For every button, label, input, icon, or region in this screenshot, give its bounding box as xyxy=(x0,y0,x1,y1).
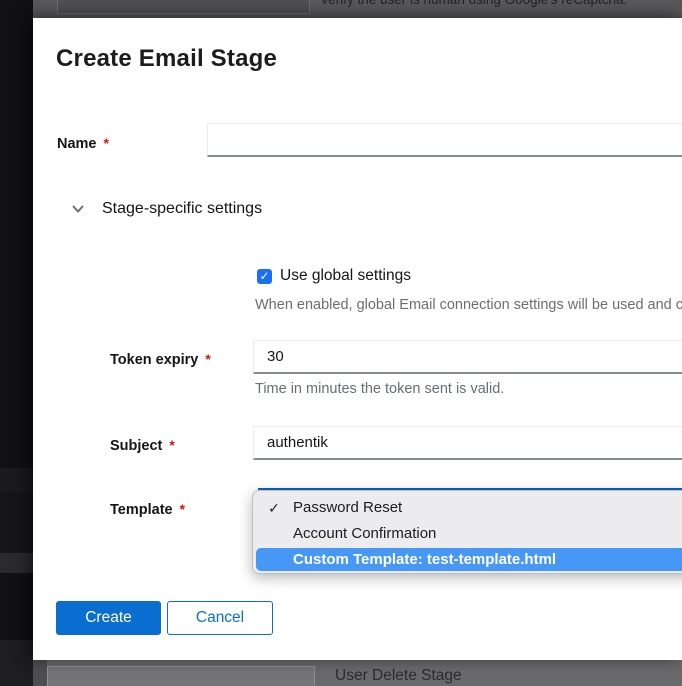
cancel-button[interactable]: Cancel xyxy=(167,601,273,635)
create-button[interactable]: Create xyxy=(56,601,161,635)
sidebar-item-shade xyxy=(0,468,33,492)
section-title: Stage-specific settings xyxy=(102,200,262,218)
dropdown-option-password-reset[interactable]: ✓ Password Reset xyxy=(253,495,682,521)
required-mark: * xyxy=(104,135,109,151)
modal-shadow-edge xyxy=(33,660,47,686)
template-label: Template* xyxy=(110,501,185,518)
sidebar-item-shade xyxy=(0,640,33,686)
modal-title: Create Email Stage xyxy=(56,45,277,73)
sidebar-item-shade xyxy=(0,492,33,553)
screen: Verify the user is human using Google's … xyxy=(0,0,682,686)
dimmed-help-text: Verify the user is human using Google's … xyxy=(320,0,627,7)
section-toggle-stage-specific[interactable]: Stage-specific settings xyxy=(71,200,262,218)
use-global-settings-row: ✓ Use global settings xyxy=(257,267,411,285)
dropdown-option-custom-template[interactable]: Custom Template: test-template.html xyxy=(256,548,682,571)
template-dropdown-menu: ✓ Password Reset Account Confirmation Cu… xyxy=(252,490,682,574)
token-expiry-label: Token expiry* xyxy=(110,351,211,368)
token-expiry-input[interactable] xyxy=(253,340,682,374)
dimmed-row-label: User Delete Stage xyxy=(335,667,462,685)
name-label: Name* xyxy=(57,135,109,152)
chevron-down-icon[interactable] xyxy=(71,202,85,216)
dimmed-page-top: Verify the user is human using Google's … xyxy=(33,0,682,18)
dimmed-table-cell xyxy=(47,666,315,686)
check-icon: ✓ xyxy=(262,495,286,521)
token-expiry-help: Time in minutes the token sent is valid. xyxy=(255,381,682,397)
subject-label: Subject* xyxy=(110,437,175,454)
name-input[interactable] xyxy=(207,123,682,157)
subject-input[interactable] xyxy=(253,426,682,460)
use-global-settings-label: Use global settings xyxy=(280,267,411,285)
dropdown-option-account-confirmation[interactable]: Account Confirmation xyxy=(253,521,682,547)
dimmed-page-bottom: User Delete Stage xyxy=(33,660,682,686)
use-global-settings-help: When enabled, global Email connection se… xyxy=(255,297,682,313)
required-mark: * xyxy=(169,437,174,453)
sidebar-item-shade xyxy=(0,553,33,573)
required-mark: * xyxy=(180,501,185,517)
dimmed-form-control xyxy=(57,0,310,14)
required-mark: * xyxy=(205,351,210,367)
use-global-settings-checkbox[interactable]: ✓ xyxy=(257,269,272,284)
app-sidebar xyxy=(0,0,33,686)
create-email-stage-modal: Create Email Stage Name* Stage-specific … xyxy=(33,18,682,660)
